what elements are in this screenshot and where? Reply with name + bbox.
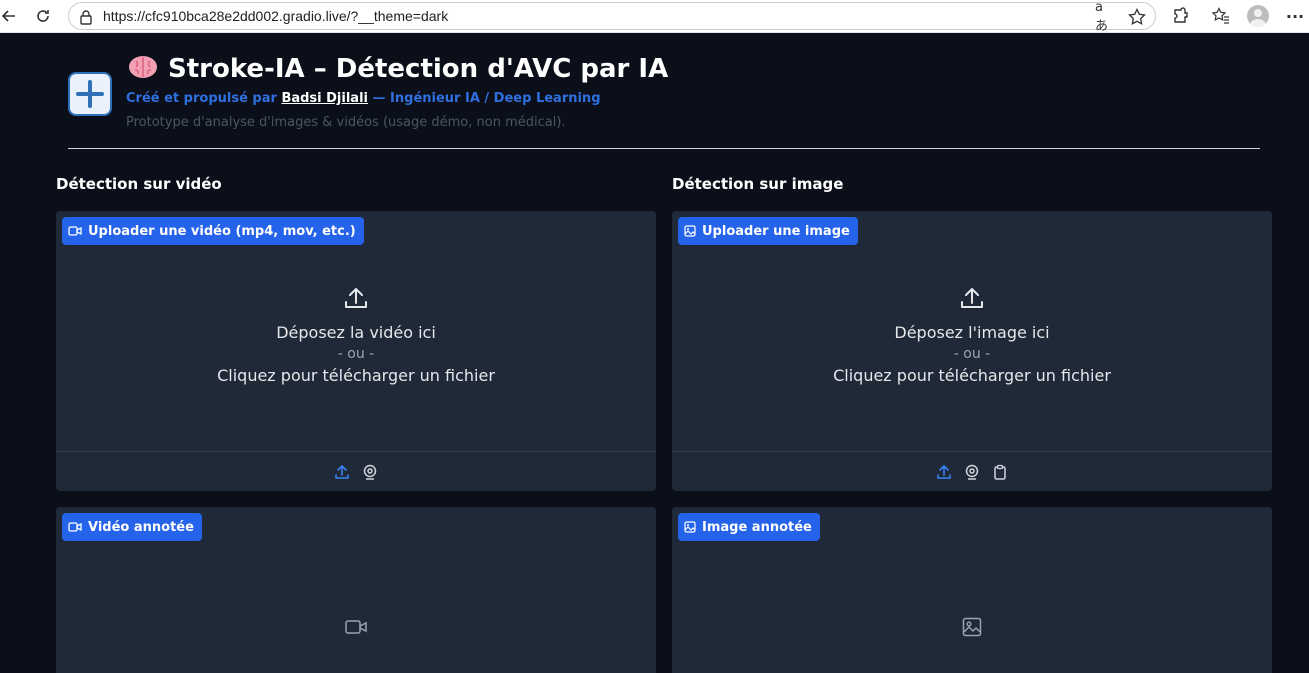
video-output-label: Vidéo annotée (62, 513, 202, 541)
video-placeholder-icon (344, 615, 368, 639)
header-divider (68, 148, 1260, 149)
image-source-bar (672, 451, 1272, 491)
translate-icon[interactable]: aあ (1095, 0, 1115, 34)
app-logo-plus-icon (68, 72, 112, 116)
upload-source-icon[interactable] (935, 463, 953, 481)
author-link[interactable]: Badsi Djilali (281, 91, 368, 106)
video-camera-icon (68, 226, 82, 236)
image-drop-title: Déposez l'image ici (894, 323, 1050, 342)
upload-arrow-icon (343, 285, 369, 315)
subtitle: Créé et propulsé par Badsi Djilali — Ing… (126, 91, 601, 106)
video-camera-icon (68, 522, 82, 532)
page-title: Stroke-IA – Détection d'AVC par IA (128, 54, 668, 84)
page-title-text: Stroke-IA – Détection d'AVC par IA (168, 54, 669, 84)
lock-icon (79, 9, 93, 29)
brain-icon (129, 56, 157, 78)
address-bar[interactable]: https://cfc910bca28e2dd002.gradio.live/?… (68, 0, 1156, 34)
image-drop-or: - ou - (953, 346, 991, 362)
profile-avatar[interactable] (1245, 3, 1271, 29)
image-icon (684, 225, 696, 237)
image-output-label: Image annotée (678, 513, 820, 541)
video-drop-title: Déposez la vidéo ici (276, 323, 436, 342)
image-output-panel: Image annotée (672, 507, 1272, 673)
video-output-panel: Vidéo annotée (56, 507, 656, 673)
upload-source-icon[interactable] (333, 463, 351, 481)
video-drop-click-text: Cliquez pour télécharger un fichier (217, 366, 495, 385)
clipboard-source-icon[interactable] (991, 463, 1009, 481)
subtitle-suffix: — Ingénieur IA / Deep Learning (368, 91, 601, 106)
video-drop-or: - ou - (337, 346, 375, 362)
image-drop-zone[interactable]: Déposez l'image ici - ou - Cliquez pour … (672, 271, 1272, 451)
video-source-bar (56, 451, 656, 491)
image-icon (684, 521, 696, 533)
subtitle-prefix: Créé et propulsé par (126, 91, 282, 106)
image-drop-click-text: Cliquez pour télécharger un fichier (833, 366, 1111, 385)
more-options-icon[interactable]: ··· (1282, 3, 1308, 29)
back-icon[interactable] (0, 3, 22, 29)
extensions-icon[interactable] (1168, 3, 1194, 29)
video-upload-panel: Uploader une vidéo (mp4, mov, etc.) Dépo… (56, 211, 656, 491)
image-upload-panel: Uploader une image Déposez l'image ici -… (672, 211, 1272, 491)
webcam-source-icon[interactable] (963, 463, 981, 481)
upload-arrow-icon (959, 285, 985, 315)
image-section-title: Détection sur image (672, 175, 844, 193)
browser-toolbar: https://cfc910bca28e2dd002.gradio.live/?… (0, 0, 1309, 34)
video-section-title: Détection sur vidéo (56, 175, 222, 193)
image-upload-label: Uploader une image (678, 217, 858, 245)
video-drop-zone[interactable]: Déposez la vidéo ici - ou - Cliquez pour… (56, 271, 656, 451)
webcam-source-icon[interactable] (361, 463, 379, 481)
reload-icon[interactable] (30, 3, 56, 29)
favorites-list-icon[interactable] (1208, 3, 1234, 29)
favorite-star-icon[interactable] (1127, 7, 1147, 27)
image-placeholder-icon (960, 615, 984, 639)
description: Prototype d'analyse d'images & vidéos (u… (126, 115, 566, 130)
url-text[interactable]: https://cfc910bca28e2dd002.gradio.live/?… (103, 8, 448, 24)
video-upload-label: Uploader une vidéo (mp4, mov, etc.) (62, 217, 364, 245)
